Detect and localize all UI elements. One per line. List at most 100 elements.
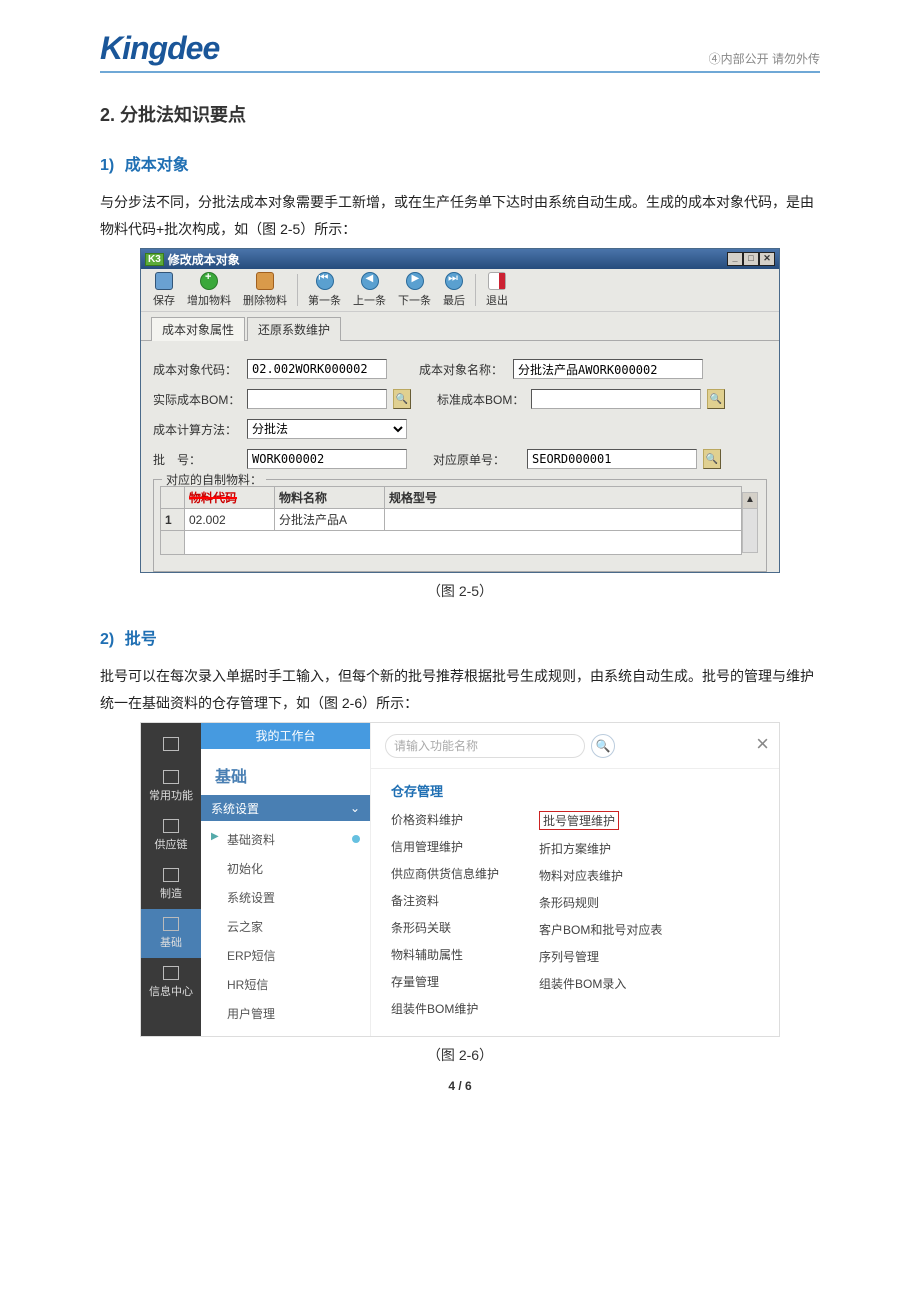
side-item-erpsms[interactable]: ERP短信 xyxy=(201,941,370,970)
link-batch-highlight: 批号管理维护 xyxy=(539,811,619,830)
link-credit[interactable]: 信用管理维护 xyxy=(391,833,499,860)
rail-mfg[interactable]: 制造 xyxy=(160,860,182,909)
pencil-icon xyxy=(163,737,179,751)
link-serial[interactable]: 序列号管理 xyxy=(539,943,662,970)
side-item-label: HR短信 xyxy=(227,978,268,992)
col-spec: 规格型号 xyxy=(385,487,742,509)
search-button[interactable]: 🔍 xyxy=(591,734,615,758)
rail-msg-label: 信息中心 xyxy=(149,983,193,999)
side-item-label: 系统设置 xyxy=(227,891,275,905)
rail-msg[interactable]: 信息中心 xyxy=(149,958,193,1007)
link-col-2: 批号管理维护 折扣方案维护 物料对应表维护 条形码规则 客户BOM和批号对应表 … xyxy=(539,806,662,1022)
cell-spec[interactable] xyxy=(385,509,742,531)
save-icon xyxy=(155,272,173,290)
last-label: 最后 xyxy=(443,292,465,308)
next-button[interactable]: 下一条 xyxy=(392,272,437,308)
save-button[interactable]: 保存 xyxy=(147,272,181,308)
close-button[interactable]: ✕ xyxy=(759,252,775,266)
rail-base[interactable]: 基础 xyxy=(141,909,201,958)
subsection-1-number: 1) xyxy=(100,157,114,174)
link-assembly-bom-entry[interactable]: 组装件BOM录入 xyxy=(539,970,662,997)
row-index: 1 xyxy=(161,509,185,531)
link-price[interactable]: 价格资料维护 xyxy=(391,806,499,833)
exit-label: 退出 xyxy=(486,292,508,308)
next-icon xyxy=(406,272,424,290)
method-select[interactable]: 分批法 xyxy=(247,419,407,439)
subsection-2-title: 批号 xyxy=(125,631,157,648)
link-stock[interactable]: 存量管理 xyxy=(391,968,499,995)
side-panel-title: 系统设置 xyxy=(211,800,259,817)
cell-material-name[interactable]: 分批法产品A xyxy=(275,509,385,531)
delete-material-button[interactable]: 删除物料 xyxy=(237,272,293,308)
tab-cost-object-props[interactable]: 成本对象属性 xyxy=(151,317,245,341)
exit-button[interactable]: 退出 xyxy=(480,272,514,308)
materials-grid: 物料代码 物料名称 规格型号 1 02.002 分批法产品A xyxy=(160,486,742,555)
side-item-label: 基础资料 xyxy=(227,833,275,847)
cell-material-code[interactable]: 02.002 xyxy=(185,509,275,531)
realbom-lookup-button[interactable]: 🔍 xyxy=(393,389,411,409)
save-label: 保存 xyxy=(153,292,175,308)
prev-icon xyxy=(361,272,379,290)
table-row[interactable]: 1 02.002 分批法产品A xyxy=(161,509,742,531)
side-panel-head[interactable]: 系统设置 ⌄ xyxy=(201,795,370,821)
scroll-up-icon[interactable]: ▲ xyxy=(743,493,757,509)
link-material-aux[interactable]: 物料辅助属性 xyxy=(391,941,499,968)
search-input[interactable]: 请输入功能名称 xyxy=(385,734,585,758)
link-batch-maint[interactable]: 批号管理维护 xyxy=(539,806,662,835)
last-button[interactable]: 最后 xyxy=(437,272,471,308)
batch-field[interactable] xyxy=(247,449,407,469)
link-barcode-rule[interactable]: 条形码规则 xyxy=(539,889,662,916)
link-col-1: 价格资料维护 信用管理维护 供应商供货信息维护 备注资料 条形码关联 物料辅助属… xyxy=(391,806,499,1022)
chain-icon xyxy=(163,819,179,833)
close-icon[interactable]: × xyxy=(756,731,769,757)
link-remark[interactable]: 备注资料 xyxy=(391,887,499,914)
order-field[interactable] xyxy=(527,449,697,469)
main-panel: × 请输入功能名称 🔍 仓存管理 价格资料维护 信用管理维护 供应商供货信息维护… xyxy=(371,723,779,1036)
order-label: 对应原单号： xyxy=(433,451,521,468)
delete-icon xyxy=(256,272,274,290)
side-item-usermgmt[interactable]: 用户管理 xyxy=(201,999,370,1028)
code-field[interactable] xyxy=(247,359,387,379)
dialog-title: 修改成本对象 xyxy=(168,251,240,268)
order-lookup-button[interactable]: 🔍 xyxy=(703,449,721,469)
stdbom-lookup-button[interactable]: 🔍 xyxy=(707,389,725,409)
figure-2-5: K3 修改成本对象 _ □ ✕ 保存 增加物料 删除物料 xyxy=(140,248,780,573)
side-item-init[interactable]: 初始化 xyxy=(201,854,370,883)
tab-restore-factor[interactable]: 还原系数维护 xyxy=(247,317,341,341)
link-material-map[interactable]: 物料对应表维护 xyxy=(539,862,662,889)
link-assembly-bom[interactable]: 组装件BOM维护 xyxy=(391,995,499,1022)
link-supplier[interactable]: 供应商供货信息维护 xyxy=(391,860,499,887)
rail-mfg-label: 制造 xyxy=(160,885,182,901)
grid-scrollbar[interactable]: ▲ xyxy=(742,492,758,553)
minimize-button[interactable]: _ xyxy=(727,252,743,266)
link-customer-bom[interactable]: 客户BOM和批号对应表 xyxy=(539,916,662,943)
first-button[interactable]: 第一条 xyxy=(302,272,347,308)
arrow-icon: ▶ xyxy=(211,831,219,842)
workspace-tab[interactable]: 我的工作台 xyxy=(201,723,370,749)
col-material-name: 物料名称 xyxy=(275,487,385,509)
side-item-yunzhijia[interactable]: 云之家 xyxy=(201,912,370,941)
dialog-titlebar: K3 修改成本对象 _ □ ✕ xyxy=(141,249,779,269)
link-discount[interactable]: 折扣方案维护 xyxy=(539,835,662,862)
side-item-sysset[interactable]: 系统设置 xyxy=(201,883,370,912)
name-field[interactable] xyxy=(513,359,703,379)
add-material-button[interactable]: 增加物料 xyxy=(181,272,237,308)
search-icon: 🔍 xyxy=(596,739,611,753)
grid-corner xyxy=(161,487,185,509)
side-item-label: 初始化 xyxy=(227,862,263,876)
realbom-field[interactable] xyxy=(247,389,387,409)
rail-favorites[interactable]: 常用功能 xyxy=(149,762,193,811)
prev-button[interactable]: 上一条 xyxy=(347,272,392,308)
rail-edit[interactable] xyxy=(163,729,179,762)
side-item-label: ERP短信 xyxy=(227,949,276,963)
side-item-basedata[interactable]: ▶ 基础资料 xyxy=(201,825,370,854)
section-title: 分批法知识要点 xyxy=(120,105,246,125)
side-item-hrsms[interactable]: HR短信 xyxy=(201,970,370,999)
maximize-button[interactable]: □ xyxy=(743,252,759,266)
link-barcode-rel[interactable]: 条形码关联 xyxy=(391,914,499,941)
logo: Kingdee xyxy=(100,30,219,67)
group-title: 仓存管理 xyxy=(371,769,779,806)
rail-scm[interactable]: 供应链 xyxy=(155,811,188,860)
side-item-label: 用户管理 xyxy=(227,1007,275,1021)
stdbom-field[interactable] xyxy=(531,389,701,409)
